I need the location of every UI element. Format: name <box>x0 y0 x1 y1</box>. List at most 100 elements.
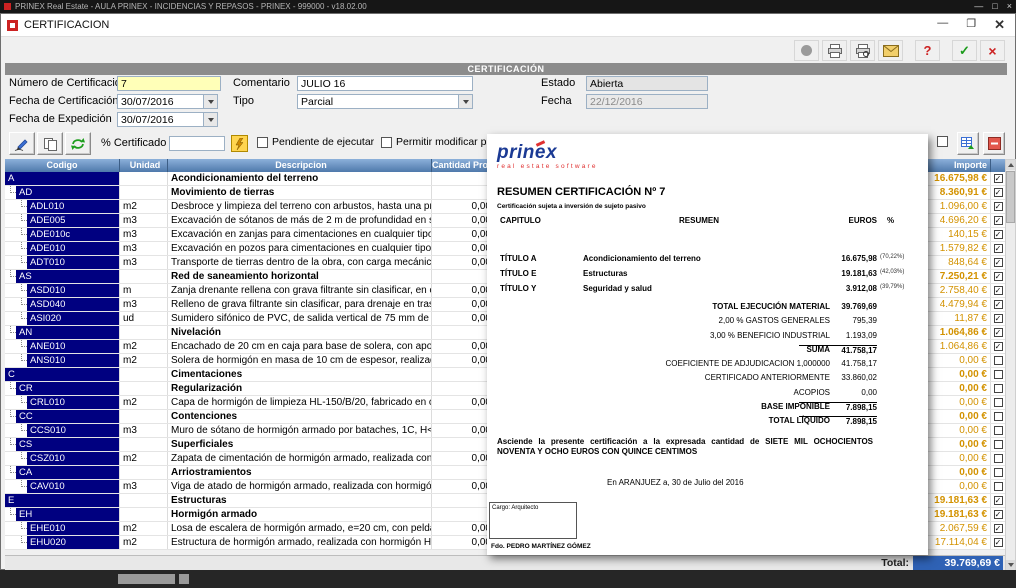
total-row-value: 41.758,17 <box>799 345 877 355</box>
total-row-label: 3,00 % BENEFICIO INDUSTRIAL <box>487 331 830 340</box>
row-checkbox[interactable]: ✓ <box>994 244 1003 253</box>
column-header-check <box>991 159 1005 172</box>
row-checkbox[interactable]: ✓ <box>994 524 1003 533</box>
row-checkbox[interactable] <box>994 384 1003 393</box>
total-row-label: 2,00 % GASTOS GENERALES <box>487 316 830 325</box>
row-checkbox[interactable]: ✓ <box>994 342 1003 351</box>
report-total-row: COEFICIENTE DE ADJUDICACION 1,000000 41.… <box>487 359 928 373</box>
row-checkbox[interactable] <box>994 398 1003 407</box>
copy-button[interactable] <box>37 132 63 155</box>
row-checkbox[interactable] <box>994 412 1003 421</box>
column-header-codigo[interactable]: Codigo <box>5 159 120 172</box>
row-cantidad <box>432 494 494 507</box>
row-code: CC <box>16 410 119 423</box>
fecha-cert-dropdown[interactable] <box>204 94 218 109</box>
window-minimize-button[interactable]: — <box>937 17 948 33</box>
row-checkbox[interactable]: ✓ <box>994 300 1003 309</box>
row-checkbox[interactable]: ✓ <box>994 258 1003 267</box>
accept-button[interactable]: ✓ <box>952 40 977 61</box>
fecha-exp-dropdown[interactable] <box>204 112 218 127</box>
col-resumen: RESUMEN <box>679 216 719 225</box>
scroll-up-button[interactable] <box>1006 160 1015 170</box>
row-description: Excavación en pozos para cimentaciones e… <box>168 242 432 255</box>
row-cantidad <box>432 382 494 395</box>
pct-certificado-input[interactable] <box>169 136 225 151</box>
row-checkbox[interactable]: ✓ <box>994 314 1003 323</box>
row-description: Encachado de 20 cm en caja para base de … <box>168 340 432 353</box>
row-unit: m3 <box>120 214 168 227</box>
sign-pen-icon <box>14 137 30 151</box>
print-preview-button[interactable] <box>850 40 875 61</box>
row-code: E <box>5 494 119 507</box>
num-cert-input[interactable] <box>117 76 221 91</box>
row-checkbox[interactable] <box>994 468 1003 477</box>
row-checkbox[interactable]: ✓ <box>994 202 1003 211</box>
row-description: Arriostramientos <box>168 466 432 479</box>
os-minimize-button[interactable]: — <box>974 2 983 11</box>
permitir-checkbox[interactable] <box>381 137 392 148</box>
row-checkbox[interactable]: ✓ <box>994 272 1003 281</box>
row-code: ADE010c <box>27 228 119 241</box>
apply-percent-button[interactable] <box>231 135 248 152</box>
tipo-dropdown[interactable] <box>459 94 473 109</box>
row-unit: m3 <box>120 242 168 255</box>
row-checkbox[interactable]: ✓ <box>994 328 1003 337</box>
blank-box[interactable] <box>937 136 948 147</box>
mail-button[interactable] <box>878 40 903 61</box>
row-checkbox[interactable]: ✓ <box>994 174 1003 183</box>
row-cantidad: 0,00 <box>432 424 494 437</box>
row-checkbox[interactable] <box>994 426 1003 435</box>
os-close-button[interactable]: × <box>1007 2 1012 11</box>
help-button[interactable]: ? <box>915 40 940 61</box>
fecha-exp-input[interactable] <box>117 112 204 127</box>
row-checkbox[interactable]: ✓ <box>994 538 1003 547</box>
column-header-cantidad[interactable]: Cantidad Producida <box>432 159 494 172</box>
total-value: 39.769,69 € <box>913 556 1003 571</box>
row-checkbox[interactable]: ✓ <box>994 496 1003 505</box>
row-checkbox[interactable] <box>994 454 1003 463</box>
row-checkbox[interactable]: ✓ <box>994 216 1003 225</box>
row-description: Excavación en zanjas para cimentaciones … <box>168 228 432 241</box>
row-checkbox[interactable]: ✓ <box>994 230 1003 239</box>
report-chapter-row: TÍTULO E Estructuras 19.181,63 (42,03%) <box>487 269 928 284</box>
total-row-label: ACOPIOS <box>487 388 830 397</box>
record-button[interactable] <box>794 40 819 61</box>
exit-button[interactable] <box>983 132 1005 155</box>
chapter-euros: 16.675,98 <box>787 254 877 263</box>
row-checkbox[interactable] <box>994 370 1003 379</box>
row-checkbox[interactable]: ✓ <box>994 188 1003 197</box>
row-checkbox[interactable]: ✓ <box>994 286 1003 295</box>
row-unit: m2 <box>120 396 168 409</box>
row-unit <box>120 172 168 185</box>
window-restore-button[interactable]: ❐ <box>966 17 976 33</box>
row-unit: m2 <box>120 200 168 213</box>
grid-export-button[interactable] <box>957 132 979 155</box>
os-maximize-button[interactable]: □ <box>992 2 997 11</box>
cancel-button[interactable]: × <box>980 40 1005 61</box>
window-close-button[interactable]: ✕ <box>994 17 1005 33</box>
row-checkbox[interactable] <box>994 440 1003 449</box>
total-row-value: 7.898,15 <box>799 416 877 426</box>
row-checkbox[interactable] <box>994 356 1003 365</box>
vertical-scrollbar[interactable] <box>1005 159 1016 571</box>
fecha-cert-input[interactable] <box>117 94 204 109</box>
report-total-row: CERTIFICADO ANTERIORMENTE 33.860,02 <box>487 373 928 387</box>
row-unit: m2 <box>120 340 168 353</box>
row-description: Movimiento de tierras <box>168 186 432 199</box>
comentario-input[interactable] <box>297 76 473 91</box>
refresh-button[interactable] <box>65 132 91 155</box>
sign-button[interactable] <box>9 132 35 155</box>
tipo-select[interactable] <box>297 94 459 109</box>
column-header-descripcion[interactable]: Descripcion <box>168 159 432 172</box>
signature-box: Cargo: Arquitecto <box>489 502 577 539</box>
row-code: CAV010 <box>27 480 119 493</box>
row-cantidad: 0,00 <box>432 242 494 255</box>
report-chapter-row: TÍTULO Y Seguridad y salud 3.912,08 (39,… <box>487 284 928 299</box>
row-checkbox[interactable]: ✓ <box>994 510 1003 519</box>
column-header-unidad[interactable]: Unidad <box>120 159 168 172</box>
row-checkbox[interactable] <box>994 482 1003 491</box>
scroll-down-button[interactable] <box>1006 560 1015 570</box>
print-button[interactable] <box>822 40 847 61</box>
scrollbar-thumb[interactable] <box>1006 171 1015 223</box>
pendiente-checkbox[interactable] <box>257 137 268 148</box>
